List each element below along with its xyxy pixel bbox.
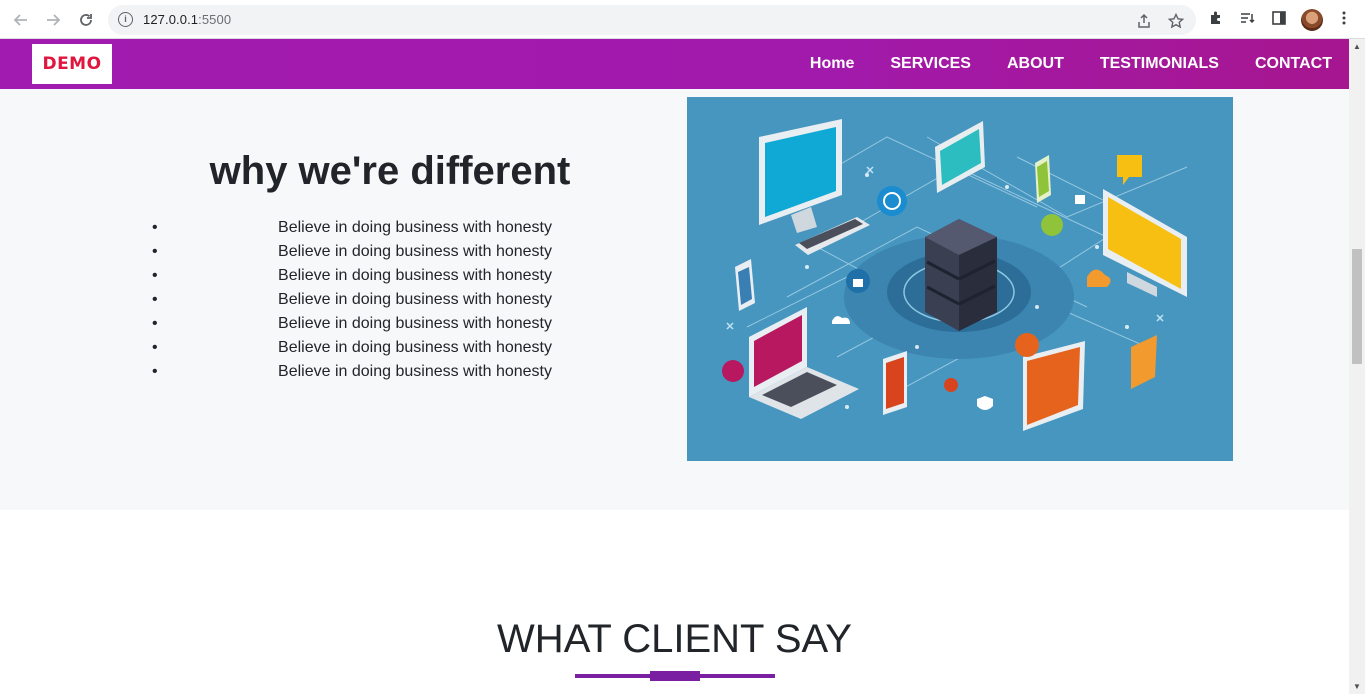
back-arrow-icon[interactable] — [10, 9, 32, 31]
bookmark-star-icon[interactable] — [1167, 12, 1185, 29]
address-bar[interactable]: i 127.0.0.1:5500 — [108, 5, 1196, 35]
browser-toolbar: i 127.0.0.1:5500 — [0, 0, 1365, 39]
title-underline-accent — [650, 671, 700, 681]
list-item: Believe in doing business with honesty — [152, 217, 552, 241]
share-icon[interactable] — [1135, 13, 1153, 29]
site-logo[interactable]: DEMO — [32, 44, 112, 84]
scroll-down-arrow-icon[interactable]: ▼ — [1353, 682, 1361, 691]
list-item: Believe in doing business with honesty — [152, 265, 552, 289]
side-panel-icon[interactable] — [1270, 10, 1288, 28]
section-title: why we're different — [209, 149, 571, 193]
nav-link-home[interactable]: Home — [810, 55, 854, 73]
why-different-section: why we're different Believe in doing bus… — [0, 89, 1349, 510]
nav-link-contact[interactable]: CONTACT — [1255, 55, 1332, 73]
reasons-list: Believe in doing business with honesty B… — [152, 217, 552, 385]
list-item: Believe in doing business with honesty — [152, 361, 552, 385]
forward-arrow-icon[interactable] — [42, 9, 64, 31]
extensions-puzzle-icon[interactable] — [1207, 10, 1225, 28]
nav-link-services[interactable]: SERVICES — [890, 55, 971, 73]
list-item: Believe in doing business with honesty — [152, 289, 552, 313]
scroll-up-arrow-icon[interactable]: ▲ — [1353, 42, 1361, 51]
nav-link-about[interactable]: ABOUT — [1007, 55, 1064, 73]
logo-text: DEMO — [42, 54, 102, 74]
reading-list-icon[interactable] — [1238, 10, 1256, 28]
testimonials-title: WHAT CLIENT SAY — [497, 617, 852, 661]
main-menu: Home SERVICES ABOUT TESTIMONIALS CONTACT — [774, 39, 1332, 89]
list-item: Believe in doing business with honesty — [152, 337, 552, 361]
site-info-icon[interactable]: i — [118, 12, 133, 27]
reload-icon[interactable] — [75, 9, 97, 31]
scrollbar-thumb[interactable] — [1352, 249, 1362, 364]
url-text[interactable]: 127.0.0.1:5500 — [143, 12, 231, 27]
page-scrollbar[interactable] — [1349, 39, 1365, 694]
profile-avatar[interactable] — [1301, 9, 1323, 31]
site-navbar: DEMO Home SERVICES ABOUT TESTIMONIALS CO… — [0, 39, 1349, 89]
list-item: Believe in doing business with honesty — [152, 313, 552, 337]
list-item: Believe in doing business with honesty — [152, 241, 552, 265]
network-server-illustration — [687, 97, 1233, 461]
nav-link-testimonials[interactable]: TESTIMONIALS — [1100, 55, 1219, 73]
more-menu-icon[interactable] — [1335, 10, 1353, 28]
